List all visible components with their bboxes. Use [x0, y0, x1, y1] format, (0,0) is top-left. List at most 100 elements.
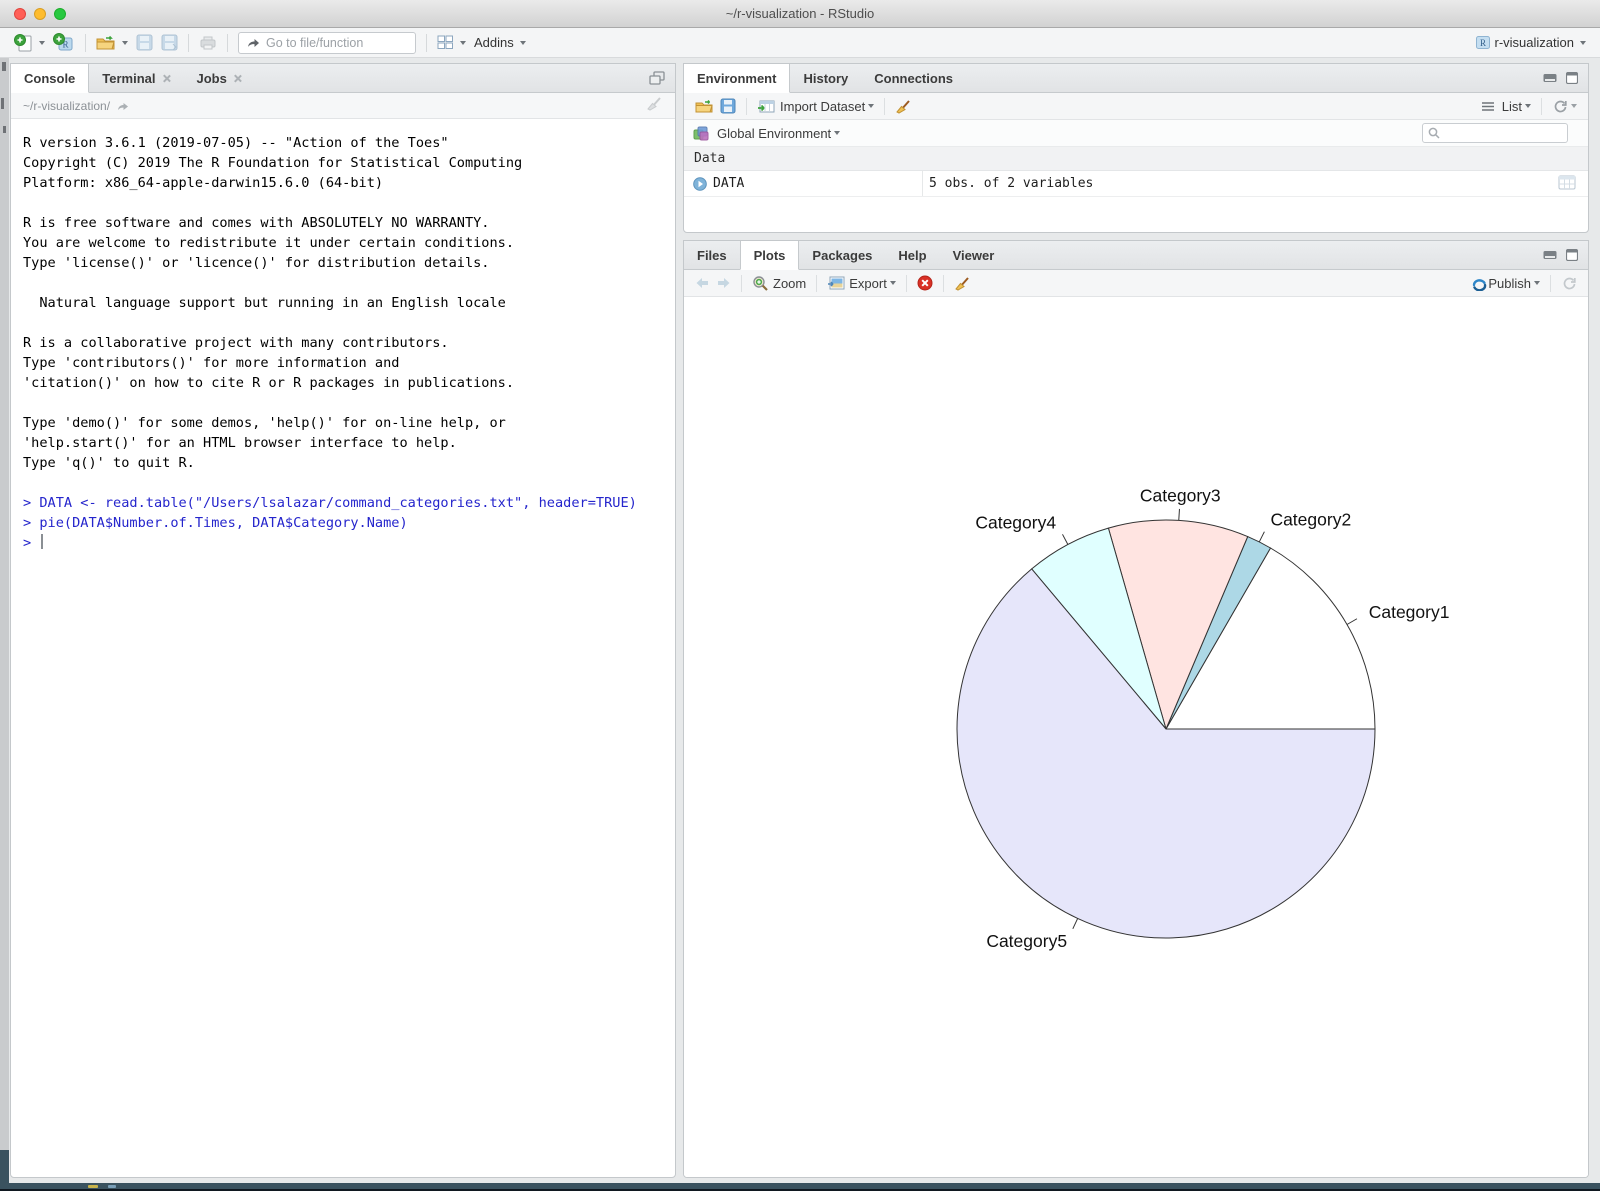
- save-all-icon: [161, 34, 178, 51]
- pie-label-tick: [1179, 509, 1180, 520]
- goto-file-input[interactable]: [266, 36, 396, 50]
- tab-connections[interactable]: Connections: [861, 64, 966, 92]
- zoom-plot-button[interactable]: Zoom: [749, 273, 809, 293]
- environment-toolbar: Import Dataset List: [684, 93, 1588, 120]
- previous-plot-button[interactable]: [692, 275, 713, 291]
- pie-label-Category3: Category3: [1140, 485, 1221, 505]
- remove-plot-button[interactable]: [914, 273, 936, 293]
- addins-label: Addins: [474, 35, 514, 50]
- terminal-close-icon[interactable]: [162, 74, 171, 83]
- open-file-button[interactable]: [92, 33, 132, 53]
- console-line: R version 3.6.1 (2019-07-05) -- "Action …: [23, 133, 663, 153]
- console-line: Copyright (C) 2019 The R Foundation for …: [23, 153, 663, 173]
- console-pane: Console Terminal Jobs ~/r-visualization/: [10, 63, 676, 1178]
- project-dropdown[interactable]: R r-visualization: [1471, 32, 1590, 53]
- save-workspace-button[interactable]: [717, 96, 739, 116]
- console-output[interactable]: R version 3.6.1 (2019-07-05) -- "Action …: [11, 119, 675, 1177]
- pie-label-Category4: Category4: [975, 512, 1056, 532]
- console-line: >: [23, 533, 663, 553]
- next-plot-button[interactable]: [713, 275, 734, 291]
- data-section-header: Data: [684, 147, 1588, 171]
- pie-label-tick: [1073, 918, 1078, 928]
- console-line: [23, 193, 663, 213]
- console-line: Type 'license()' or 'licence()' for dist…: [23, 253, 663, 273]
- console-line: Type 'q()' to quit R.: [23, 453, 663, 473]
- console-line: [23, 473, 663, 493]
- plots-toolbar: Zoom Export: [684, 270, 1588, 297]
- tab-terminal[interactable]: Terminal: [89, 64, 183, 92]
- tab-console[interactable]: Console: [11, 64, 89, 93]
- pane-layout-grid-icon: [437, 35, 454, 50]
- tab-files[interactable]: Files: [684, 241, 740, 269]
- save-button[interactable]: [132, 32, 157, 53]
- import-dataset-icon: [757, 99, 776, 114]
- maximize-pane-icon[interactable]: [649, 71, 665, 85]
- maximize-pane-icon[interactable]: [1566, 249, 1578, 261]
- environment-object-row[interactable]: DATA 5 obs. of 2 variables: [684, 171, 1588, 197]
- addins-dropdown[interactable]: Addins: [470, 33, 530, 52]
- refresh-plot-button[interactable]: [1558, 274, 1580, 293]
- minimize-pane-icon[interactable]: [1543, 73, 1558, 83]
- tab-plots[interactable]: Plots: [740, 241, 800, 270]
- console-line: You are welcome to redistribute it under…: [23, 233, 663, 253]
- console-line: [23, 313, 663, 333]
- jobs-close-icon[interactable]: [233, 74, 242, 83]
- global-environment-dropdown[interactable]: Global Environment: [710, 124, 843, 143]
- maximize-pane-icon[interactable]: [1566, 72, 1578, 84]
- working-directory: ~/r-visualization/: [23, 99, 110, 113]
- open-in-window-arrow-icon[interactable]: [116, 100, 131, 112]
- search-icon: [1428, 127, 1440, 139]
- open-file-caret-icon: [122, 41, 128, 45]
- console-line: > DATA <- read.table("/Users/lsalazar/co…: [23, 493, 663, 513]
- goto-arrow-icon: [246, 36, 260, 49]
- forward-arrow-icon: [716, 277, 731, 289]
- refresh-caret-icon: [1571, 104, 1577, 108]
- expand-object-icon[interactable]: [693, 177, 707, 191]
- publish-dropdown[interactable]: Publish: [1468, 274, 1543, 293]
- new-file-button[interactable]: [10, 32, 49, 54]
- view-mode-caret-icon: [1525, 104, 1531, 108]
- tab-packages[interactable]: Packages: [799, 241, 885, 269]
- pane-layout-button[interactable]: [433, 33, 470, 52]
- console-line: [23, 273, 663, 293]
- goto-file-search[interactable]: [238, 32, 416, 54]
- import-dataset-caret-icon: [868, 104, 874, 108]
- new-project-icon: R: [53, 33, 75, 52]
- tab-environment[interactable]: Environment: [684, 64, 790, 93]
- save-all-button[interactable]: [157, 32, 182, 53]
- new-file-icon: [14, 34, 33, 52]
- view-mode-dropdown[interactable]: List: [1495, 97, 1534, 116]
- publish-icon: [1471, 276, 1488, 291]
- tab-help[interactable]: Help: [885, 241, 939, 269]
- clear-all-plots-button[interactable]: [951, 274, 974, 293]
- export-plot-dropdown[interactable]: Export: [824, 274, 899, 293]
- print-button[interactable]: [195, 33, 221, 53]
- refresh-icon: [1561, 276, 1577, 291]
- load-workspace-button[interactable]: [692, 97, 717, 116]
- view-mode-label: List: [1502, 99, 1522, 114]
- clear-environment-button[interactable]: [892, 97, 915, 116]
- import-dataset-dropdown[interactable]: Import Dataset: [754, 97, 877, 116]
- console-line: Platform: x86_64-apple-darwin15.6.0 (64-…: [23, 173, 663, 193]
- console-line: Natural language support but running in …: [23, 293, 663, 313]
- environment-search-box[interactable]: [1422, 123, 1568, 143]
- view-data-table-button[interactable]: [1558, 175, 1576, 194]
- new-project-button[interactable]: R: [49, 31, 79, 54]
- console-line: > pie(DATA$Number.of.Times, DATA$Categor…: [23, 513, 663, 533]
- screen: ~/r-visualization - RStudio R: [0, 0, 1600, 1191]
- console-working-dir-row: ~/r-visualization/: [11, 93, 675, 119]
- console-line: R is free software and comes with ABSOLU…: [23, 213, 663, 233]
- tab-viewer[interactable]: Viewer: [940, 241, 1008, 269]
- project-r-cube-icon: R: [1475, 34, 1492, 51]
- clear-console-broom-icon[interactable]: [646, 96, 663, 111]
- environment-pane: Environment History Connections: [683, 63, 1589, 233]
- refresh-environment-button[interactable]: [1549, 97, 1580, 116]
- minimize-pane-icon[interactable]: [1543, 250, 1558, 260]
- tab-history[interactable]: History: [790, 64, 861, 92]
- export-label: Export: [849, 276, 887, 291]
- pie-label-Category5: Category5: [986, 931, 1067, 951]
- plots-pane: Files Plots Packages Help Viewer: [683, 240, 1589, 1178]
- environment-search-input[interactable]: [1444, 126, 1554, 140]
- tab-jobs[interactable]: Jobs: [184, 64, 255, 92]
- broom-icon: [954, 276, 971, 291]
